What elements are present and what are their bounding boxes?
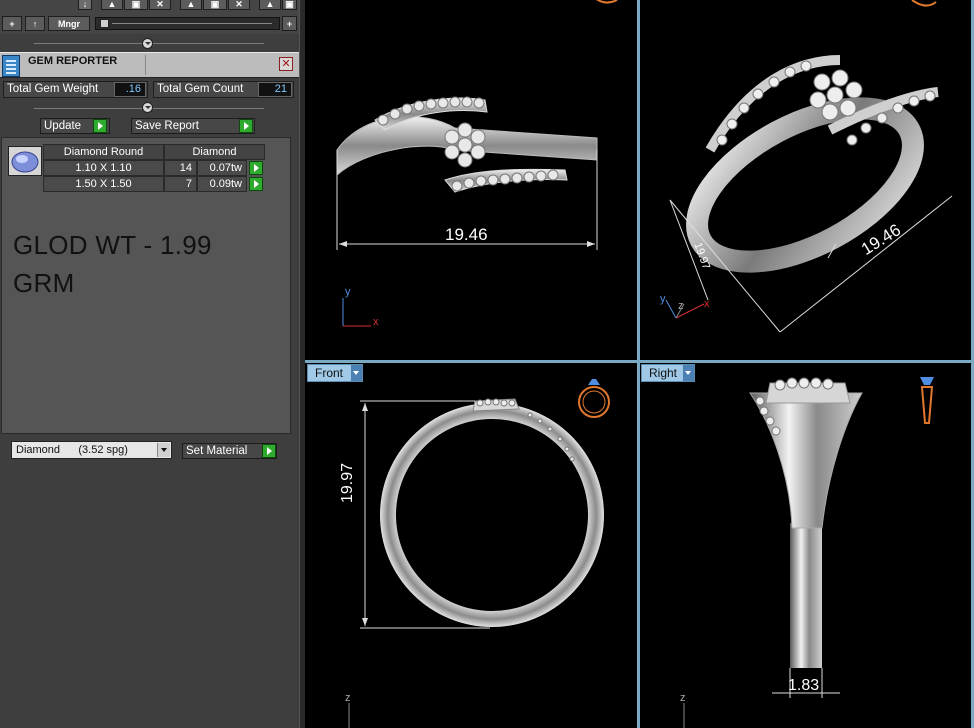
axis-z-label: z [678,300,684,312]
manager-button[interactable]: Mngr [48,16,90,31]
app-window: + ↑ Mngr + ↓ ▲ ▣ ✕ ▲ ▣ ✕ ▲ ▣ GEM REPORTE… [0,0,974,728]
ring-front-view [348,379,610,728]
gem-table-header-shape: Diamond Round [43,144,164,160]
axis-y-label: y [345,286,351,298]
dimension-label: 19.97 [339,462,356,503]
play-icon[interactable] [93,119,107,133]
axis-z-label: z [680,692,686,704]
move-up-small-button[interactable]: ▲ [101,0,123,10]
gem-count-cell: 14 [164,160,197,176]
expand-button[interactable]: + [282,16,297,31]
move-up-small-button-2[interactable]: ▲ [180,0,202,10]
close-small-icon[interactable]: ✕ [149,0,171,10]
chevron-down-icon[interactable] [157,443,170,457]
save-icon[interactable]: ▣ [124,0,148,10]
report-icon [2,55,20,77]
tab-front[interactable]: Front [307,364,363,382]
add-button[interactable]: + [2,16,22,31]
gem-table-header-type: Diamond [164,144,265,160]
play-icon[interactable] [249,161,263,175]
gem-count-cell: 7 [164,176,197,192]
gold-weight-note-line2: GRM [13,268,75,298]
axis-y-label: y [660,293,666,305]
gem-thumbnail[interactable] [8,146,42,176]
viewport-right[interactable]: Right 1.83 z [640,363,971,728]
gold-weight-note-line1: GLOD WT - 1.99 [13,230,212,260]
viewport-perspective[interactable]: 19.46 19.97 y z x [640,0,971,360]
collapse-icon[interactable] [142,102,153,113]
tab-right-label: Right [649,366,678,380]
gem-size-cell: 1.50 X 1.50 [43,176,164,192]
play-icon[interactable] [249,177,263,191]
update-button-label: Update [44,120,82,132]
viewport-splitter-vertical[interactable] [637,0,640,728]
close-small-icon-2[interactable]: ✕ [228,0,250,10]
material-select-value: Diamond (3.52 spg) [16,444,128,456]
set-material-label: Set Material [186,445,248,457]
viewport-top[interactable]: 19.46 y x [305,0,637,360]
play-icon[interactable] [239,119,253,133]
total-gem-weight-value: .16 [114,82,146,97]
slider-handle[interactable] [100,19,109,28]
collapse-icon[interactable] [142,38,153,49]
viewport-splitter-horizontal[interactable] [305,360,974,363]
top-toolbar: + ↑ Mngr + ↓ ▲ ▣ ✕ ▲ ▣ ✕ ▲ ▣ [0,0,299,34]
axis-x-label: x [373,316,379,328]
diamond-icon [11,151,39,173]
play-icon[interactable] [262,444,276,458]
dimension-label: 19.46 [445,225,488,244]
toolbar-slider[interactable] [95,17,280,30]
material-select[interactable]: Diamond (3.52 spg) [11,441,172,459]
save-report-label: Save Report [135,120,199,132]
gem-size-cell: 1.10 X 1.10 [43,160,164,176]
chevron-down-icon[interactable] [351,365,362,381]
chevron-down-icon[interactable] [683,365,694,381]
save-icon-3[interactable]: ▣ [282,0,297,10]
tab-right[interactable]: Right [641,364,695,382]
gem-reporter-header: GEM REPORTER ✕ [0,52,299,78]
viewport-front[interactable]: Front 19.97 z [305,363,637,728]
save-icon-2[interactable]: ▣ [203,0,227,10]
total-gem-count-value: 21 [258,82,292,97]
move-up-small-button-3[interactable]: ▲ [259,0,281,10]
dimension-label: 1.83 [788,677,820,694]
left-panel: + ↑ Mngr + ↓ ▲ ▣ ✕ ▲ ▣ ✕ ▲ ▣ GEM REPORTE… [0,0,299,728]
arrow-down-icon[interactable]: ↓ [78,0,92,10]
ring-top-view [336,0,618,327]
ring-right-view [683,377,934,728]
gem-weight-cell: 0.09tw [197,176,247,192]
axis-z-label: z [345,692,351,704]
gem-weight-cell: 0.07tw [197,160,247,176]
panel-title: GEM REPORTER [28,55,118,67]
gold-weight-note: GLOD WT - 1.99 GRM [13,226,283,302]
axis-x-label: x [704,298,710,310]
save-report-button[interactable]: Save Report [131,118,255,134]
move-up-button[interactable]: ↑ [25,16,45,31]
ring-perspective-view [665,0,953,333]
tab-front-label: Front [315,366,344,380]
close-icon[interactable]: ✕ [279,57,293,71]
